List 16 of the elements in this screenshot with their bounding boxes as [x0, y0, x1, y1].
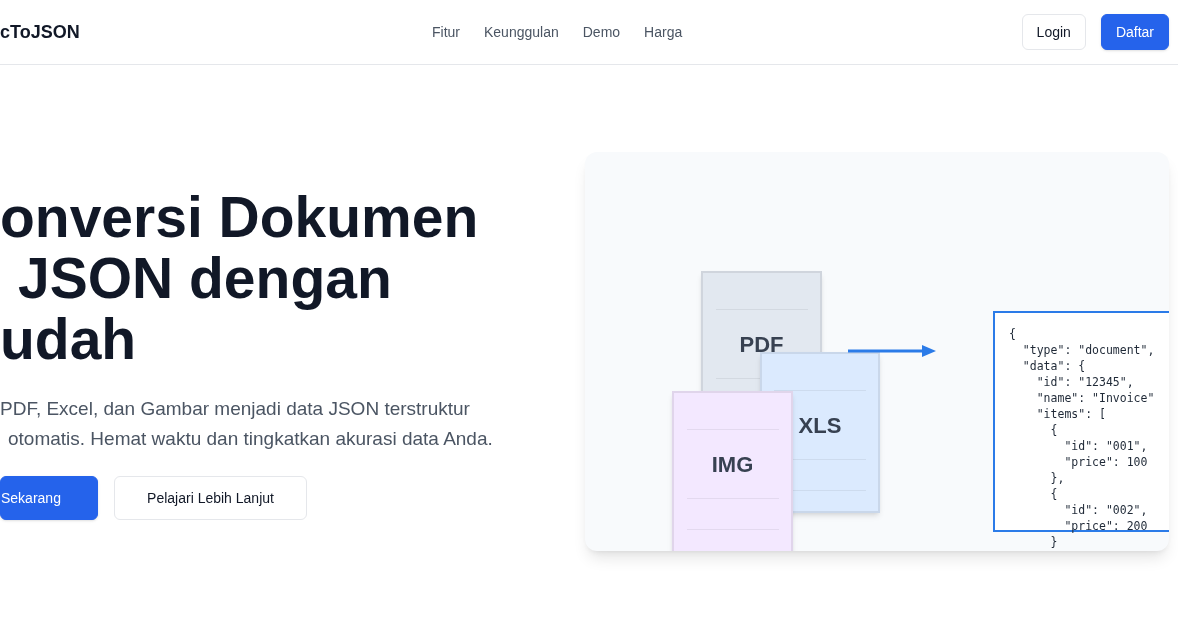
- nav-link[interactable]: Keunggulan: [484, 21, 559, 43]
- login-button[interactable]: Login: [1021, 14, 1086, 50]
- document-label: XLS: [798, 413, 842, 439]
- document-label: PDF: [739, 332, 784, 358]
- nav-link[interactable]: Fitur: [432, 21, 460, 43]
- nav-link[interactable]: Demo: [582, 21, 621, 43]
- arrow-icon: [848, 344, 936, 358]
- logo[interactable]: cToJSON: [0, 18, 400, 46]
- hero-description: PDF, Excel, dan Gambar menjadi data JSON terstruktur otomatis. Hemat waktu dan tingkatkan akurasi data Anda.: [0, 397, 494, 451]
- learn-more-button[interactable]: Pelajari Lebih Lanjut: [114, 476, 307, 520]
- signup-button[interactable]: Daftar: [1100, 14, 1169, 50]
- json-code: { "type": "document", "data": { "id": "12345", "name": "Invoice" "items": [ { "id": "001", "price": 100 }, { "id": "002", "price": 200 }: [1009, 326, 1155, 550]
- nav-link[interactable]: Harga: [644, 21, 683, 43]
- document-label: IMG: [711, 452, 754, 478]
- hero-heading: onversi Dokumen JSON dengan udah: [0, 187, 480, 370]
- start-button[interactable]: Sekarang: [0, 476, 98, 520]
